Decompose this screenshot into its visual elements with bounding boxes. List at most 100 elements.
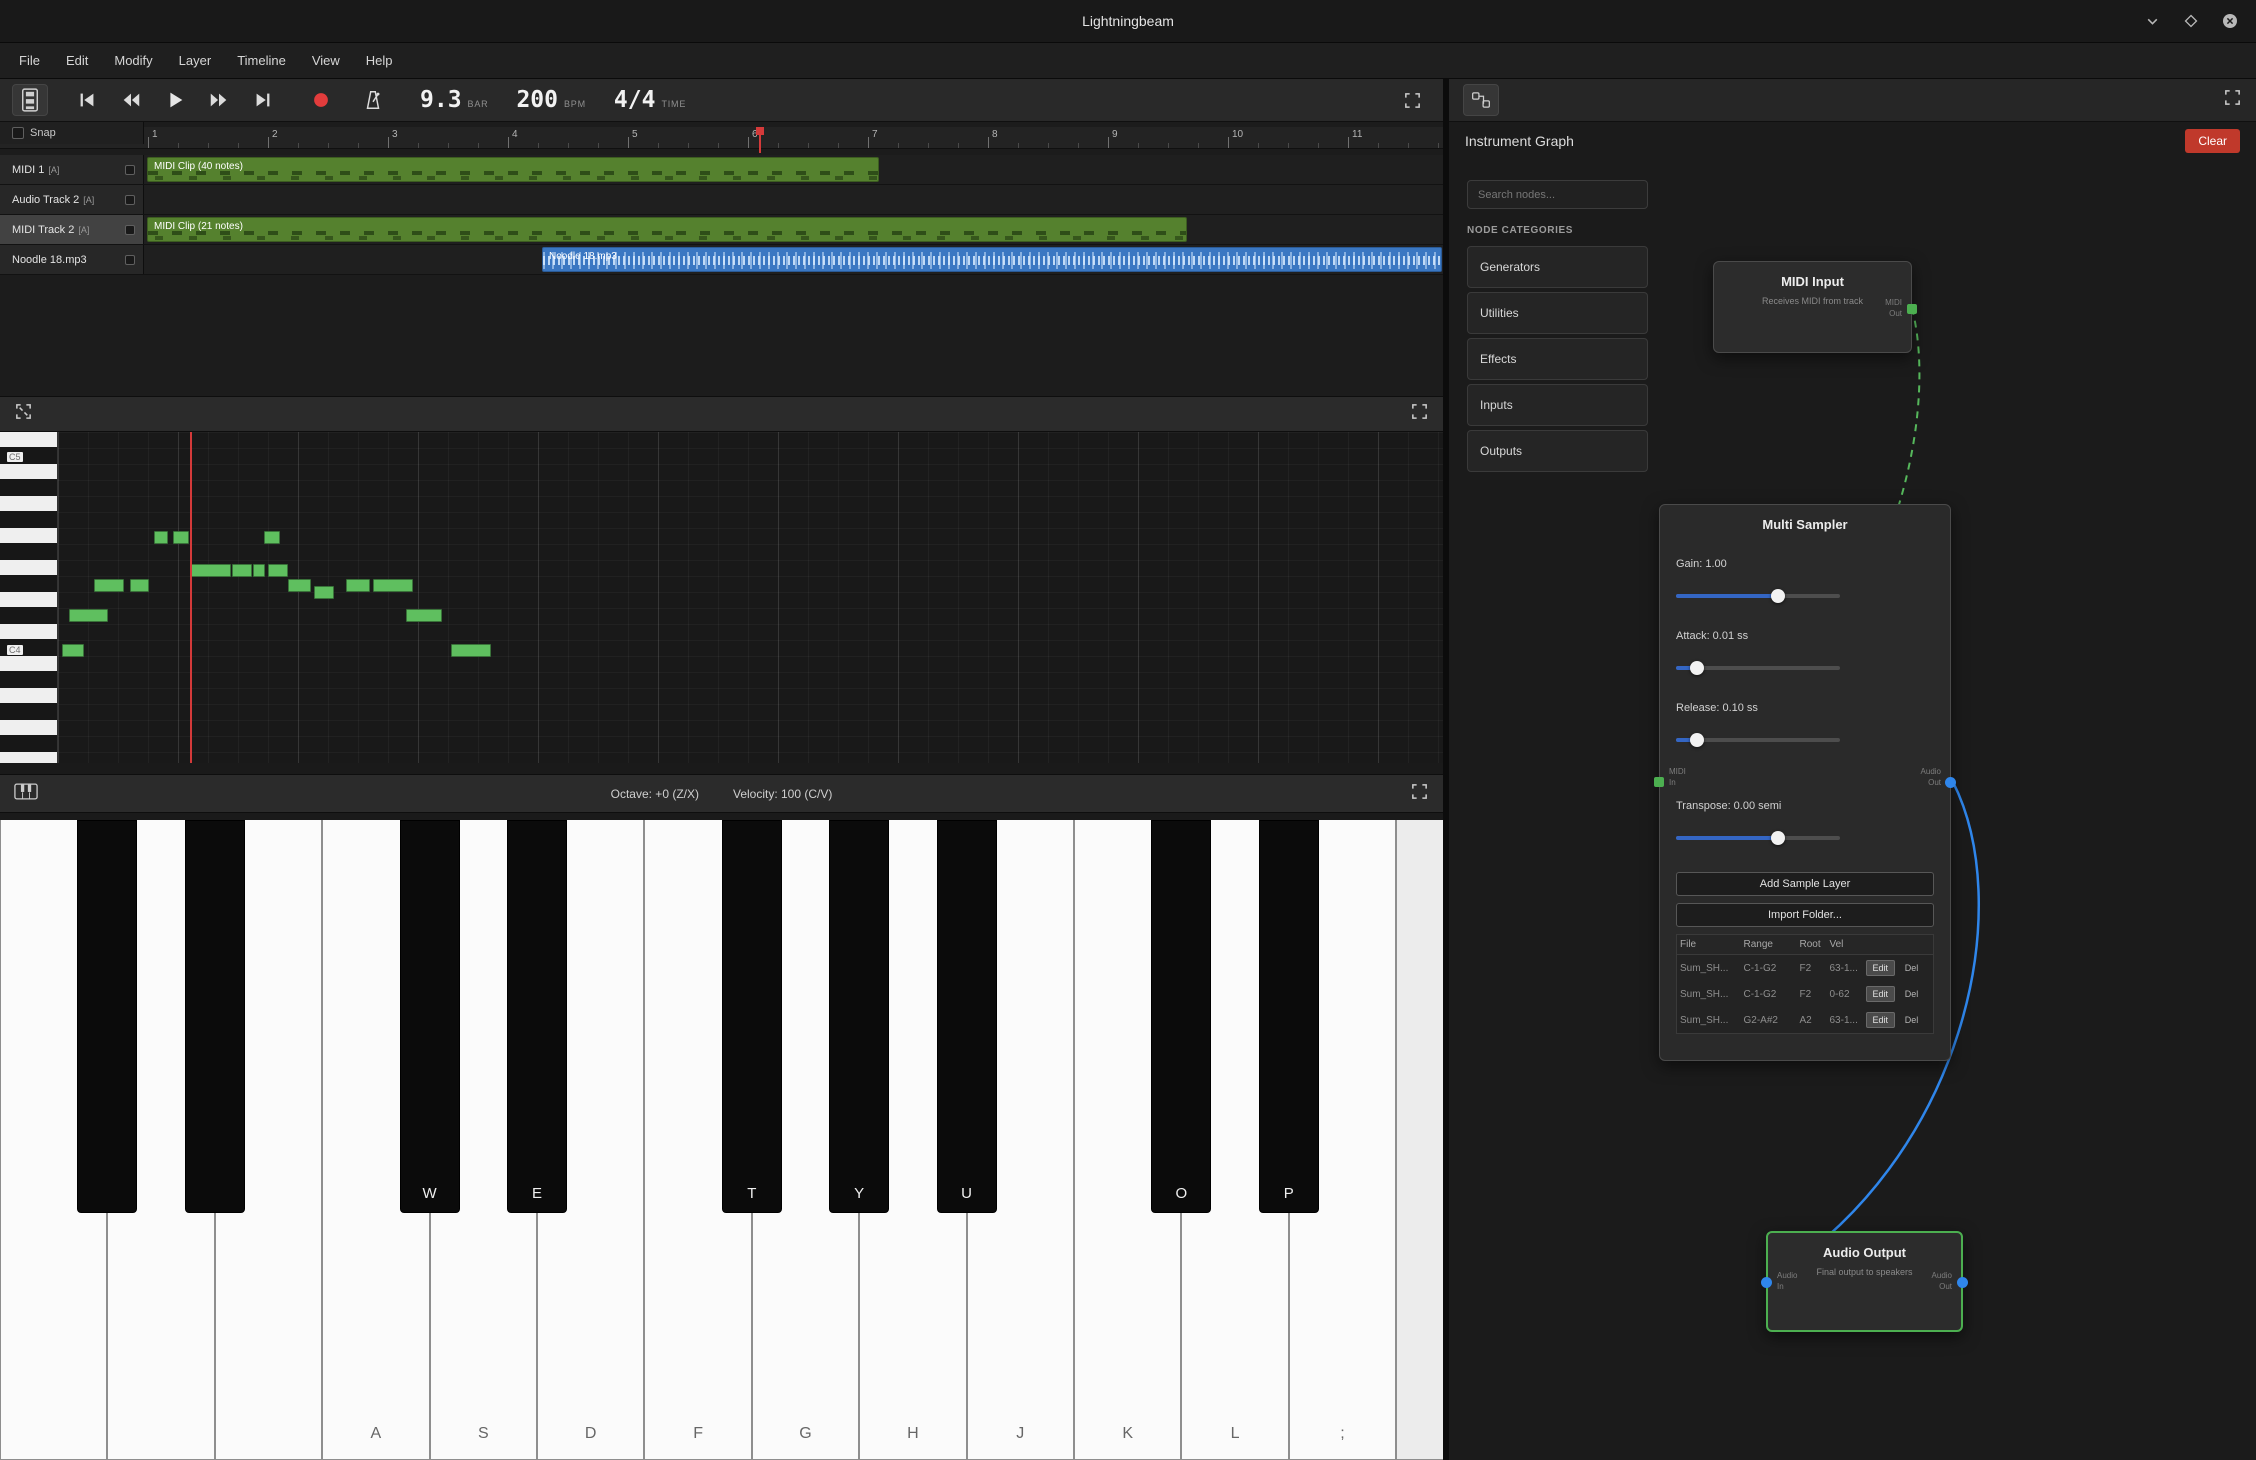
black-key[interactable]: W bbox=[400, 820, 460, 1213]
skip-end-button[interactable] bbox=[244, 84, 282, 116]
node-search-input[interactable] bbox=[1467, 180, 1648, 209]
bpm-display[interactable]: 200 BPM bbox=[516, 87, 585, 113]
black-key[interactable]: T bbox=[722, 820, 782, 1213]
category-inputs[interactable]: Inputs bbox=[1467, 384, 1648, 426]
gain-slider[interactable] bbox=[1676, 588, 1840, 604]
midi-note[interactable] bbox=[314, 586, 334, 599]
midi-note[interactable] bbox=[173, 531, 189, 544]
node-audio-output[interactable]: Audio Output Final output to speakers Au… bbox=[1766, 1231, 1963, 1332]
track-checkbox[interactable] bbox=[125, 165, 135, 175]
port-audio-out[interactable] bbox=[1945, 777, 1956, 788]
timeline-fullscreen-button[interactable] bbox=[1393, 84, 1431, 116]
midi-note[interactable] bbox=[154, 531, 168, 544]
midi-clip[interactable]: MIDI Clip (21 notes) bbox=[147, 217, 1187, 242]
import-folder-button[interactable]: Import Folder... bbox=[1676, 903, 1934, 927]
midi-note[interactable] bbox=[94, 579, 124, 592]
black-key[interactable]: P bbox=[1259, 820, 1319, 1213]
port-midi-in[interactable] bbox=[1654, 777, 1664, 787]
black-key[interactable]: O bbox=[1151, 820, 1211, 1213]
timeline-mode-button[interactable] bbox=[12, 84, 48, 116]
midi-note[interactable] bbox=[268, 564, 288, 577]
piano-roll-grid[interactable] bbox=[58, 432, 1443, 763]
time-signature-display[interactable]: 4/4 TIME bbox=[614, 87, 686, 113]
port-audio-in[interactable] bbox=[1761, 1277, 1772, 1288]
minimize-icon[interactable] bbox=[2145, 14, 2160, 29]
piano-roll-playhead[interactable] bbox=[190, 432, 192, 763]
metronome-button[interactable] bbox=[354, 84, 392, 116]
release-slider[interactable] bbox=[1676, 732, 1840, 748]
midi-note[interactable] bbox=[288, 579, 311, 592]
midi-note[interactable] bbox=[69, 609, 108, 622]
timeline-playhead[interactable] bbox=[759, 127, 761, 153]
delete-sample-button[interactable]: Del bbox=[1898, 1012, 1926, 1028]
keyboard-fullscreen-button[interactable] bbox=[1410, 782, 1429, 806]
menu-item-layer[interactable]: Layer bbox=[166, 46, 225, 75]
node-midi-input[interactable]: MIDI Input Receives MIDI from track MIDI… bbox=[1713, 261, 1912, 353]
edit-sample-button[interactable]: Edit bbox=[1866, 960, 1896, 976]
graph-fullscreen-button[interactable] bbox=[2223, 88, 2242, 112]
track-lane[interactable]: Noodle 18.mp3 bbox=[144, 245, 1443, 274]
port-audio-out[interactable] bbox=[1957, 1277, 1968, 1288]
skip-start-button[interactable] bbox=[68, 84, 106, 116]
edit-sample-button[interactable]: Edit bbox=[1866, 986, 1896, 1002]
midi-note[interactable] bbox=[130, 579, 149, 592]
track-checkbox[interactable] bbox=[125, 255, 135, 265]
black-key[interactable]: E bbox=[507, 820, 567, 1213]
timeline-ruler[interactable]: 1234567891011 bbox=[0, 127, 1443, 149]
midi-note[interactable] bbox=[253, 564, 265, 577]
graph-mode-button[interactable] bbox=[1463, 84, 1499, 116]
port-midi-out[interactable] bbox=[1907, 304, 1917, 314]
white-key[interactable] bbox=[1396, 820, 1443, 1460]
clear-graph-button[interactable]: Clear bbox=[2185, 129, 2240, 153]
black-key[interactable]: U bbox=[937, 820, 997, 1213]
add-sample-layer-button[interactable]: Add Sample Layer bbox=[1676, 872, 1934, 896]
snap-checkbox[interactable] bbox=[12, 127, 24, 139]
track-lane[interactable]: MIDI Clip (40 notes) bbox=[144, 155, 1443, 184]
fast-forward-button[interactable] bbox=[200, 84, 238, 116]
midi-note[interactable] bbox=[232, 564, 252, 577]
midi-note[interactable] bbox=[451, 644, 491, 657]
midi-note[interactable] bbox=[346, 579, 370, 592]
track-lane[interactable]: MIDI Clip (21 notes) bbox=[144, 215, 1443, 244]
category-effects[interactable]: Effects bbox=[1467, 338, 1648, 380]
audio-clip[interactable]: Noodle 18.mp3 bbox=[542, 247, 1442, 272]
midi-note[interactable] bbox=[373, 579, 413, 592]
menu-item-help[interactable]: Help bbox=[353, 46, 406, 75]
maximize-icon[interactable] bbox=[2184, 14, 2198, 28]
track-header[interactable]: MIDI 1[A] bbox=[0, 155, 144, 184]
midi-note[interactable] bbox=[191, 564, 231, 577]
record-button[interactable] bbox=[302, 84, 340, 116]
transpose-slider[interactable] bbox=[1676, 830, 1840, 846]
black-key[interactable]: Y bbox=[829, 820, 889, 1213]
category-generators[interactable]: Generators bbox=[1467, 246, 1648, 288]
menu-item-edit[interactable]: Edit bbox=[53, 46, 101, 75]
delete-sample-button[interactable]: Del bbox=[1898, 960, 1926, 976]
track-checkbox[interactable] bbox=[125, 195, 135, 205]
rewind-button[interactable] bbox=[112, 84, 150, 116]
expand-panel-icon[interactable] bbox=[14, 402, 33, 426]
midi-note[interactable] bbox=[62, 644, 84, 657]
node-multi-sampler[interactable]: Multi Sampler Gain: 1.00 Attack: 0.01 ss… bbox=[1659, 504, 1951, 1061]
play-button[interactable] bbox=[156, 84, 194, 116]
category-outputs[interactable]: Outputs bbox=[1467, 430, 1648, 472]
delete-sample-button[interactable]: Del bbox=[1898, 986, 1926, 1002]
attack-slider[interactable] bbox=[1676, 660, 1840, 676]
track-lane[interactable] bbox=[144, 185, 1443, 214]
black-key[interactable] bbox=[77, 820, 137, 1213]
menu-item-view[interactable]: View bbox=[299, 46, 353, 75]
track-header[interactable]: Audio Track 2[A] bbox=[0, 185, 144, 214]
track-checkbox[interactable] bbox=[125, 225, 135, 235]
piano-roll-key-column[interactable]: C5C4 bbox=[0, 432, 58, 763]
piano-roll-fullscreen-button[interactable] bbox=[1410, 402, 1429, 426]
category-utilities[interactable]: Utilities bbox=[1467, 292, 1648, 334]
midi-clip[interactable]: MIDI Clip (40 notes) bbox=[147, 157, 879, 182]
track-header[interactable]: MIDI Track 2[A] bbox=[0, 215, 144, 244]
midi-note[interactable] bbox=[406, 609, 442, 622]
menu-item-timeline[interactable]: Timeline bbox=[224, 46, 299, 75]
midi-note[interactable] bbox=[264, 531, 280, 544]
close-icon[interactable] bbox=[2222, 13, 2238, 29]
edit-sample-button[interactable]: Edit bbox=[1866, 1012, 1896, 1028]
black-key[interactable] bbox=[185, 820, 245, 1213]
menu-item-file[interactable]: File bbox=[6, 46, 53, 75]
track-header[interactable]: Noodle 18.mp3 bbox=[0, 245, 144, 274]
